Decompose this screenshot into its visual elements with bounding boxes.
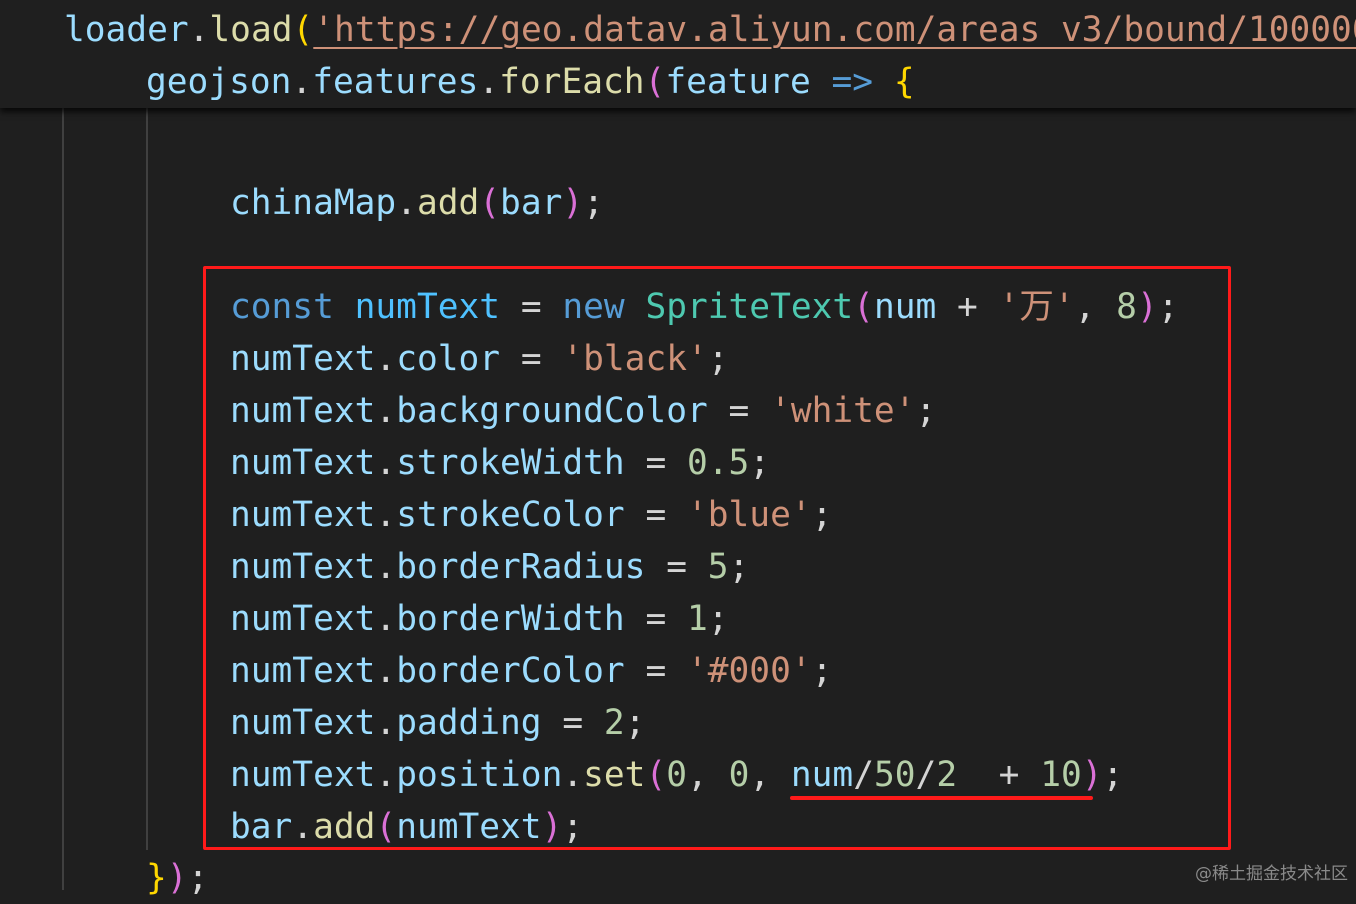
code-token: chinaMap [230, 183, 397, 223]
code-token: ; [583, 183, 604, 223]
indent-guide [62, 108, 64, 890]
code-token: load [209, 10, 293, 50]
code-token: ( [292, 10, 314, 50]
sticky-line-foreach[interactable]: geojson.features.forEach(feature => { [146, 56, 915, 108]
sticky-scroll-header[interactable]: loader.load('https://geo.datav.aliyun.co… [0, 0, 1356, 108]
code-token: . [478, 62, 500, 102]
code-token: ( [479, 183, 501, 223]
highlight-box [203, 266, 1231, 850]
code-token: => [810, 62, 894, 102]
code-token: feature [665, 62, 811, 102]
code-line[interactable]: chinaMap.add(bar); [230, 177, 604, 229]
code-token: ) [562, 183, 584, 223]
code-token: ( [644, 62, 666, 102]
highlight-underline [790, 796, 1093, 800]
code-line[interactable]: }); [146, 852, 208, 904]
code-editor[interactable]: loader.load('https://geo.datav.aliyun.co… [0, 0, 1356, 898]
code-token: bar [500, 183, 563, 223]
code-token: . [291, 62, 313, 102]
code-token: ) [166, 858, 188, 898]
code-token: ; [187, 858, 209, 898]
code-token: } [146, 858, 167, 898]
code-token: . [188, 10, 210, 50]
code-token: features [312, 62, 479, 102]
indent-guide [146, 108, 148, 850]
code-token: geojson [146, 62, 292, 102]
sticky-line-loader-load[interactable]: loader.load('https://geo.datav.aliyun.co… [64, 4, 1356, 56]
code-token: loader [64, 10, 189, 50]
code-token: add [416, 183, 480, 223]
watermark: @稀土掘金技术社区 [1195, 864, 1348, 884]
code-token: { [893, 62, 915, 102]
code-token: . [396, 183, 417, 223]
code-token: forEach [499, 62, 645, 102]
url-link[interactable]: 'https://geo.datav.aliyun.com/areas_v3/b… [313, 10, 1356, 50]
